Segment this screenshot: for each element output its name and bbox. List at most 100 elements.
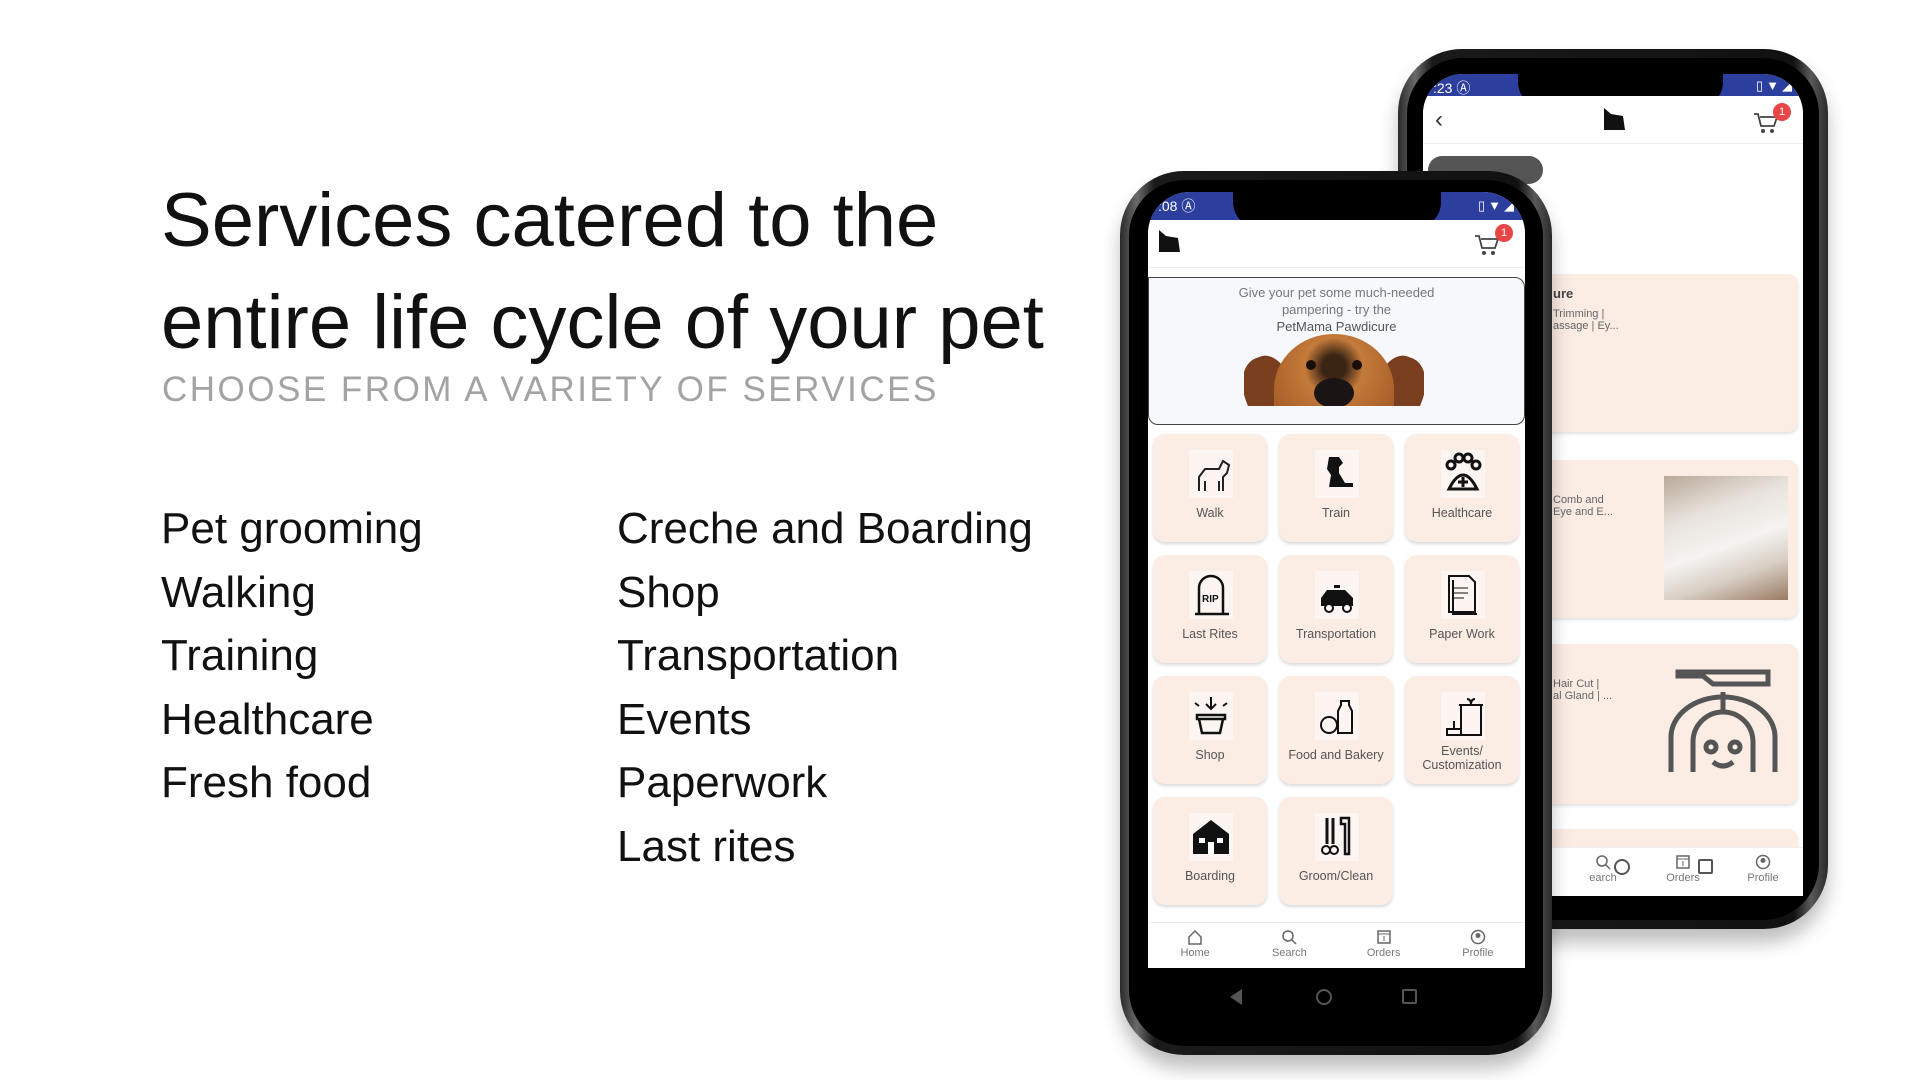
- status-a-icon: Ⓐ: [1181, 198, 1196, 214]
- orders-box-icon: [1676, 855, 1690, 869]
- card-title: ure: [1553, 286, 1574, 301]
- banner-text: PetMama Pawdicure: [1276, 319, 1397, 334]
- house-icon: [1189, 813, 1233, 861]
- tombstone-icon: RIP: [1189, 571, 1233, 619]
- hero-subtitle: CHOOSE FROM A VARIETY OF SERVICES: [162, 370, 939, 409]
- service-item: Healthcare: [161, 694, 374, 744]
- card-desc: al Gland | ...: [1553, 690, 1613, 702]
- service-tile-healthcare[interactable]: Healthcare: [1405, 434, 1519, 542]
- service-item: Events: [617, 694, 752, 744]
- white-puppy-image: [1664, 476, 1788, 600]
- taxi-icon: [1315, 571, 1359, 619]
- cart-badge: 1: [1495, 224, 1513, 242]
- orders-box-icon: [1376, 930, 1391, 944]
- hero-title-line2: entire life cycle of your pet: [161, 280, 1044, 365]
- tile-label: Events/ Customization: [1422, 744, 1502, 772]
- service-tile-boarding[interactable]: Boarding: [1153, 797, 1267, 905]
- card-desc: Trimming |: [1553, 308, 1605, 320]
- service-tile-paper-work[interactable]: Paper Work: [1405, 555, 1519, 663]
- tile-label: Boarding: [1184, 869, 1236, 883]
- android-back-button[interactable]: [1230, 989, 1242, 1005]
- android-recents-button[interactable]: [1402, 989, 1417, 1004]
- service-item: Fresh food: [161, 758, 372, 808]
- cart-badge: 1: [1773, 103, 1791, 121]
- dog-leash-icon: [1189, 450, 1233, 498]
- service-tile-last-rites[interactable]: RIP Last Rites: [1153, 555, 1267, 663]
- svg-text:RIP: RIP: [1202, 594, 1219, 605]
- tile-label: Healthcare: [1431, 506, 1493, 520]
- document-icon: [1441, 571, 1485, 619]
- service-item: Creche and Boarding: [617, 504, 1033, 553]
- banner-text: Give your pet some much-needed: [1238, 285, 1435, 300]
- banner-text: pampering - try the: [1281, 302, 1392, 317]
- status-time: :08: [1158, 198, 1178, 214]
- tile-label: Paper Work: [1429, 627, 1495, 641]
- service-tile-food-and-bakery[interactable]: Food and Bakery: [1279, 676, 1393, 784]
- service-item: Paperwork: [617, 758, 828, 808]
- tile-label: Transportation: [1295, 627, 1377, 641]
- service-tile-shop[interactable]: Shop: [1153, 676, 1267, 784]
- back-chevron-icon[interactable]: ‹: [1435, 106, 1443, 134]
- service-tile-train[interactable]: Train: [1279, 434, 1393, 542]
- nav-orders[interactable]: Orders: [1337, 923, 1431, 968]
- petmama-logo: [1159, 230, 1180, 252]
- nav-label: Search: [1271, 947, 1307, 959]
- service-tile-walk[interactable]: Walk: [1153, 434, 1267, 542]
- paw-plus-icon: [1441, 450, 1485, 498]
- nav-label: Home: [1180, 947, 1210, 959]
- card-desc: Hair Cut |: [1553, 678, 1600, 690]
- basket-icon: [1189, 692, 1233, 740]
- search-icon: [1596, 855, 1611, 870]
- scissors-comb-icon: [1315, 813, 1359, 861]
- gift-cake-icon: [1441, 692, 1485, 740]
- food-icon: [1315, 692, 1359, 740]
- hero-title-line1: Services catered to the: [161, 178, 939, 263]
- status-a-icon: Ⓐ: [1456, 80, 1471, 96]
- nav-profile[interactable]: Profile: [1723, 848, 1803, 896]
- tile-label: Train: [1321, 506, 1350, 520]
- services-list-left: Pet grooming Walking Training Healthcare…: [161, 497, 423, 815]
- grooming-hand-icon: [1668, 669, 1778, 772]
- nav-home[interactable]: Home: [1148, 923, 1242, 968]
- card-desc: assage | Ey...: [1553, 320, 1619, 332]
- card-desc: Comb and: [1553, 494, 1604, 506]
- service-tile-transportation[interactable]: Transportation: [1279, 555, 1393, 663]
- profile-icon: [1755, 854, 1771, 870]
- nav-label: Profile: [1747, 872, 1779, 884]
- android-home-button[interactable]: [1614, 859, 1630, 875]
- card-desc: Eye and E...: [1553, 506, 1613, 518]
- android-recents-button[interactable]: [1698, 859, 1713, 874]
- service-tile-events-customization[interactable]: Events/ Customization: [1405, 676, 1519, 784]
- tile-label: Groom/Clean: [1298, 869, 1374, 883]
- nav-label: Profile: [1462, 947, 1494, 959]
- service-item: Pet grooming: [161, 504, 423, 553]
- tile-label: Shop: [1195, 748, 1225, 762]
- status-icons: ▯▼◢: [1477, 198, 1517, 213]
- pawdicure-promo-banner[interactable]: Give your pet some much-needed pampering…: [1148, 277, 1525, 425]
- home-icon: [1188, 929, 1202, 945]
- nav-profile[interactable]: Profile: [1431, 923, 1525, 968]
- dog-face-image: [1244, 334, 1424, 406]
- profile-icon: [1470, 929, 1486, 945]
- tile-label: Last Rites: [1182, 627, 1238, 641]
- nav-search[interactable]: earch: [1563, 848, 1643, 896]
- services-list-right: Creche and Boarding Shop Transportation …: [617, 497, 1033, 879]
- nav-label: earch: [1589, 872, 1617, 884]
- service-item: Walking: [161, 567, 316, 617]
- nav-label: Orders: [1666, 872, 1700, 884]
- status-icons: ▯▼◢: [1755, 78, 1795, 93]
- tile-label: Food and Bakery: [1288, 748, 1384, 762]
- service-item: Training: [161, 631, 319, 681]
- search-icon: [1282, 930, 1297, 945]
- android-home-button[interactable]: [1316, 989, 1332, 1005]
- petmama-logo: [1604, 108, 1625, 130]
- service-item: Last rites: [617, 821, 796, 871]
- hero-title: Services catered to the entire life cycl…: [161, 170, 1121, 374]
- status-time: :23: [1433, 80, 1453, 96]
- service-item: Shop: [617, 567, 720, 617]
- nav-search[interactable]: Search: [1242, 923, 1336, 968]
- front-phone-mockup: :08 Ⓐ ▯▼◢ 1 Give your pet some much-need…: [1120, 171, 1552, 1055]
- service-item: Transportation: [617, 631, 900, 681]
- sitting-dog-icon: [1315, 450, 1359, 498]
- service-tile-groom-clean[interactable]: Groom/Clean: [1279, 797, 1393, 905]
